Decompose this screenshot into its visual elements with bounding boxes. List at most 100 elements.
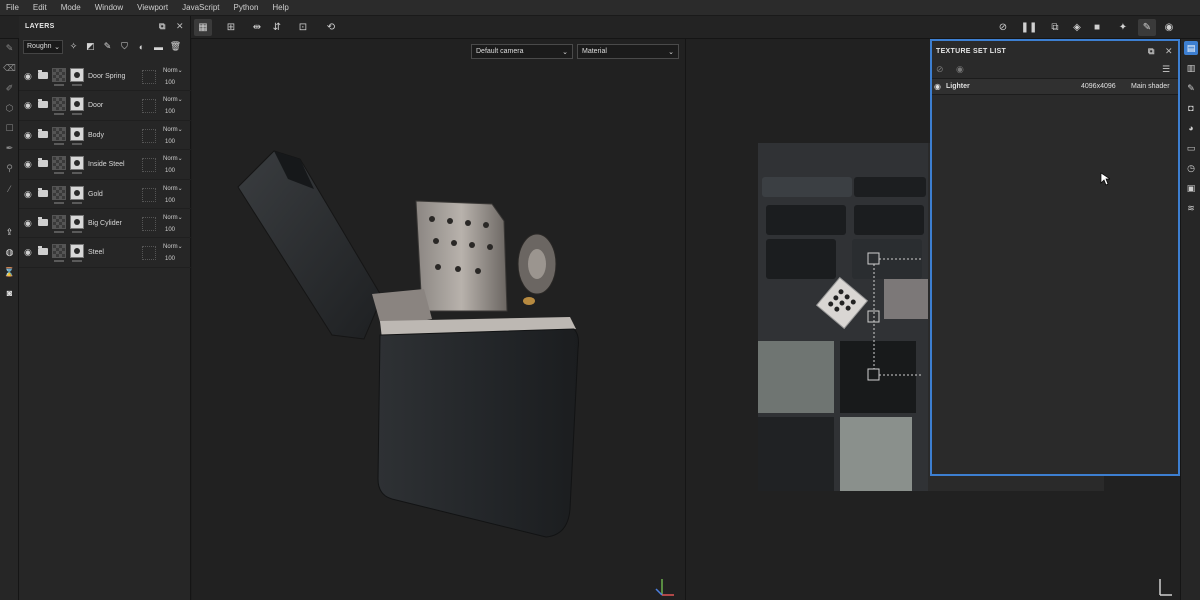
log-icon[interactable]: ▣ [1184,181,1198,195]
mask-thumbnail[interactable] [70,68,84,82]
eye-icon[interactable]: ◉ [956,64,964,75]
history-icon[interactable]: ◷ [1184,161,1198,175]
display-settings-icon[interactable]: ◘ [1184,101,1198,115]
layer-row[interactable]: ◉ Steel Norm⌄ 100 [19,238,191,268]
polygon-fill-icon[interactable]: ⬡ [2,101,17,116]
menu-item-edit[interactable]: Edit [33,3,47,12]
camera-video-icon[interactable]: ■ [1088,19,1106,36]
blend-mode-select[interactable]: Norm⌄ [163,96,183,103]
mask-thumbnail[interactable] [70,244,84,259]
opacity-value[interactable]: 100 [165,139,175,145]
screenshot-camera-icon[interactable]: ◉ [1160,19,1178,36]
add-smart-mask-icon[interactable]: ◩ [84,40,97,53]
hourglass-icon[interactable]: ⌛ [2,265,17,280]
mask-thumbnail[interactable] [70,126,84,141]
opacity-value[interactable]: 100 [165,198,175,204]
float-panel-icon[interactable]: ⧉ [1148,46,1155,57]
blend-mode-select[interactable]: Norm⌄ [163,185,183,192]
eye-icon[interactable]: ◉ [24,247,32,258]
menu-item-file[interactable]: File [6,3,19,12]
opacity-value[interactable]: 100 [165,168,175,174]
cube-icon[interactable]: ◈ [1068,19,1086,36]
substance-icon[interactable]: ≋ [1184,201,1198,215]
layer-row[interactable]: ◉ Body Norm⌄ 100 [19,121,191,151]
history-icon[interactable]: ⟲ [322,19,340,36]
layer-row[interactable]: ◉ Door Spring Norm⌄ 100 [19,62,191,92]
float-panel-icon[interactable]: ⧉ [159,21,166,32]
camera-select[interactable]: Default camera ⌄ [471,44,573,59]
eye-icon[interactable]: ◉ [24,130,32,141]
add-mask-icon[interactable]: ◐ [135,40,148,53]
blend-mode-select[interactable]: Norm⌄ [163,67,183,74]
layer-row[interactable]: ◉ Door Norm⌄ 100 [19,91,191,121]
hide-eye-icon[interactable]: ⊘ [936,64,944,75]
eye-icon[interactable]: ◉ [24,100,32,111]
eye-icon[interactable]: ◉ [24,159,32,170]
mask-thumbnail[interactable] [70,97,84,112]
add-folder-icon[interactable]: ▬ [152,40,165,53]
picker-tool-icon[interactable]: ⁄ [2,181,17,196]
projection-tool-icon[interactable]: ✐ [2,81,17,96]
clone-tool-icon[interactable]: ✒ [2,141,17,156]
channel-select[interactable]: Roughn ⌄ [23,39,63,54]
layer-name: Door [88,102,104,110]
menu-icon[interactable]: ☰ [1162,64,1170,75]
close-icon[interactable]: ✕ [176,21,184,32]
record-icon[interactable]: ◙ [2,285,17,300]
add-fill-layer-icon[interactable]: ⛉ [118,40,131,53]
blend-mode-select[interactable]: Norm⌄ [163,243,183,250]
menu-item-mode[interactable]: Mode [61,3,81,12]
opacity-value[interactable]: 100 [165,109,175,115]
grid-2d-icon[interactable]: ⊞ [222,19,240,36]
layer-row[interactable]: ◉ Big Cylider Norm⌄ 100 [19,209,191,239]
texture-set-row[interactable]: ◉ Lighter 4096x4096 Main shader [932,79,1178,95]
split-view-icon[interactable]: ⧉ [1046,19,1064,36]
close-icon[interactable]: ✕ [1165,46,1173,57]
menu-item-python[interactable]: Python [234,3,259,12]
eye-icon[interactable]: ◉ [934,82,941,91]
mask-thumbnail[interactable] [70,185,84,200]
opacity-value[interactable]: 100 [165,80,175,86]
blend-mode-value: Norm [163,97,178,104]
paint-brush-icon[interactable]: ✎ [1138,19,1156,36]
baking-icon[interactable]: ▭ [1184,141,1198,155]
smudge-tool-icon[interactable]: ☐ [2,121,17,136]
menu-item-javascript[interactable]: JavaScript [182,3,219,12]
paint-tool-icon[interactable]: ✎ [2,41,17,56]
eye-icon[interactable]: ◉ [24,218,32,229]
blend-mode-select[interactable]: Norm⌄ [163,214,183,221]
menu-item-viewport[interactable]: Viewport [137,3,168,12]
eye-icon[interactable]: ◉ [24,189,32,200]
pause-icon[interactable]: ❚❚ [1020,19,1038,36]
mirror-x-icon[interactable]: ⇹ [248,19,266,36]
add-effect-icon[interactable]: ✧ [67,40,80,53]
brush-settings-icon[interactable]: ✎ [1184,81,1198,95]
layer-row[interactable]: ◉ Gold Norm⌄ 100 [19,180,191,209]
blend-mode-value: Norm [163,156,178,163]
mirror-y-icon[interactable]: ⇵ [268,19,286,36]
eraser-tool-icon[interactable]: ⌫ [2,61,17,76]
blend-mode-select[interactable]: Norm⌄ [163,155,183,162]
menu-item-window[interactable]: Window [95,3,123,12]
menu-item-help[interactable]: Help [272,3,288,12]
mask-thumbnail[interactable] [70,214,84,229]
frame-icon[interactable]: ⊡ [294,19,312,36]
opacity-value[interactable]: 100 [165,227,175,233]
eye-icon[interactable]: ◉ [24,71,32,82]
grid-view-icon[interactable]: ▦ [194,19,212,36]
layer-row[interactable]: ◉ Inside Steel Norm⌄ 100 [19,150,191,180]
opacity-value[interactable]: 100 [165,256,175,262]
view-mode-select[interactable]: Material ⌄ [577,44,679,59]
mask-thumbnail[interactable] [70,156,84,171]
delete-layer-icon[interactable]: 🗑 [169,40,182,53]
geometry-mask-icon[interactable]: ◍ [2,245,17,260]
texture-set-list-icon[interactable]: ▤ [1184,41,1198,55]
stamp-tool-icon[interactable]: ⚲ [2,161,17,176]
add-paint-layer-icon[interactable]: ✎ [101,40,114,53]
hide-icon[interactable]: ⊘ [994,19,1012,36]
render-icon[interactable]: ✦ [1114,19,1132,36]
bake-icon[interactable]: ⇪ [2,225,17,240]
texture-set-settings-icon[interactable]: ▥ [1184,61,1198,75]
blend-mode-select[interactable]: Norm⌄ [163,126,183,133]
shader-settings-icon[interactable]: ◕ [1184,121,1198,135]
